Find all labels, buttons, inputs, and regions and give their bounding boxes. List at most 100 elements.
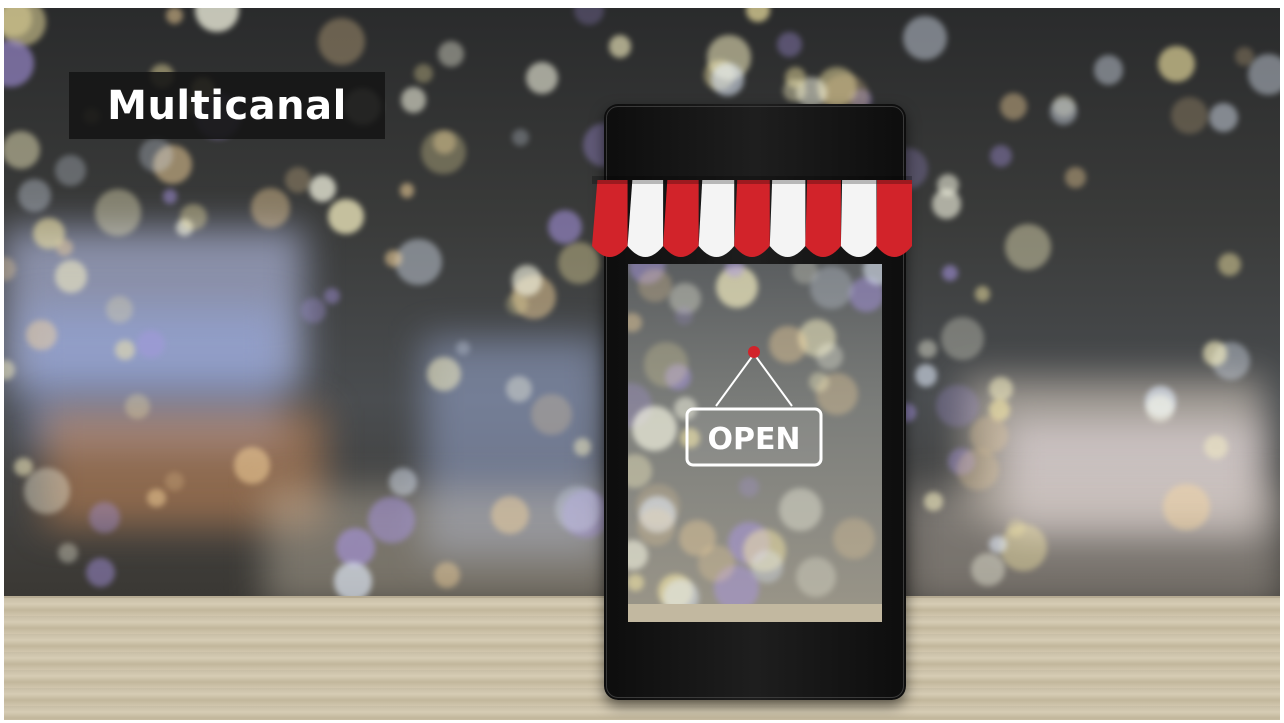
bokeh-light xyxy=(318,17,366,66)
bokeh-light xyxy=(105,295,133,323)
bokeh-light xyxy=(455,340,471,355)
awning-stripe xyxy=(876,180,912,257)
bokeh-light xyxy=(957,449,999,491)
page-title: Multicanal xyxy=(107,82,347,129)
awning-storefront-icon xyxy=(592,176,912,257)
bokeh-light xyxy=(301,298,326,323)
bokeh-light xyxy=(414,63,434,83)
bokeh-light xyxy=(628,312,642,332)
smartphone: OPEN xyxy=(592,104,912,700)
bokeh-light xyxy=(632,406,678,452)
bokeh-light xyxy=(679,519,716,556)
bokeh-light xyxy=(166,8,184,24)
bokeh-light xyxy=(903,16,948,60)
bokeh-light xyxy=(1065,167,1086,188)
awning-stripe xyxy=(592,180,628,257)
bokeh-light xyxy=(24,468,70,514)
bokeh-light xyxy=(147,488,166,508)
bokeh-light xyxy=(162,189,178,204)
bokeh-light xyxy=(308,175,337,203)
bokeh-light xyxy=(1202,341,1227,366)
bokeh-light xyxy=(711,63,745,97)
bokeh-light xyxy=(989,377,1013,402)
bokeh-light xyxy=(783,79,806,103)
bokeh-light xyxy=(1171,96,1209,134)
bokeh-light xyxy=(628,573,645,591)
awning-stripe xyxy=(663,180,699,257)
bokeh-light xyxy=(809,265,853,309)
bokeh-light xyxy=(1093,55,1124,85)
awning-stripe xyxy=(698,180,735,257)
stage: OPEN Multicanal xyxy=(0,0,1284,723)
bokeh-light xyxy=(795,556,836,597)
bokeh-light xyxy=(573,438,592,456)
bokeh-haze xyxy=(904,488,1280,608)
bokeh-light xyxy=(388,467,417,496)
bokeh-light xyxy=(637,268,672,303)
bokeh-light xyxy=(328,198,364,235)
bokeh-light xyxy=(57,542,78,563)
awning-stripe xyxy=(805,180,841,257)
bokeh-light xyxy=(970,416,1009,455)
bokeh-light xyxy=(751,550,784,583)
bokeh-light xyxy=(989,535,1007,554)
bokeh-light xyxy=(284,166,311,193)
bokeh-light xyxy=(511,265,543,296)
bokeh-light xyxy=(1005,223,1052,271)
bokeh-light xyxy=(233,447,270,484)
bokeh-light xyxy=(924,492,943,511)
bokeh-light xyxy=(942,264,959,281)
sign-string-left xyxy=(715,353,755,407)
screen-floor xyxy=(628,604,882,622)
sign-text: OPEN xyxy=(707,422,800,457)
bokeh-light xyxy=(779,488,822,531)
bokeh-light xyxy=(4,131,41,170)
bokeh-light xyxy=(547,209,583,244)
bokeh-light xyxy=(4,39,35,88)
bokeh-light xyxy=(675,306,694,326)
bokeh-light xyxy=(609,35,632,58)
bokeh-light xyxy=(999,524,1047,572)
awning-stripe xyxy=(627,180,664,257)
bokeh-light xyxy=(437,41,464,68)
sign-pin xyxy=(748,346,760,358)
bokeh-light xyxy=(433,561,460,588)
bokeh-light xyxy=(1049,97,1078,126)
bokeh-light xyxy=(26,319,57,351)
bokeh-light xyxy=(1208,103,1239,133)
bokeh-light xyxy=(1218,252,1242,277)
bokeh-light xyxy=(936,385,979,428)
bokeh-light xyxy=(511,128,530,147)
bokeh-light xyxy=(400,87,427,114)
title-badge: Multicanal xyxy=(69,72,385,139)
bokeh-light xyxy=(136,329,165,358)
bokeh-light xyxy=(427,356,462,391)
bokeh-light xyxy=(940,317,984,361)
bokeh-light xyxy=(94,189,142,236)
bokeh-light xyxy=(1235,46,1255,66)
bokeh-light xyxy=(195,8,240,32)
bokeh-light xyxy=(746,8,770,22)
bokeh-light xyxy=(777,32,802,57)
bokeh-light xyxy=(530,394,572,435)
sign-string-right xyxy=(753,353,793,407)
bokeh-light xyxy=(1163,483,1211,531)
bokeh-light xyxy=(399,183,414,198)
awning-stripe xyxy=(734,180,770,257)
open-sign-board: OPEN xyxy=(685,407,823,467)
bokeh-light xyxy=(14,458,33,477)
bokeh-light xyxy=(33,217,65,250)
bokeh-light xyxy=(421,129,466,174)
bokeh-light xyxy=(18,179,52,213)
bokeh-light xyxy=(974,286,991,302)
bokeh-light xyxy=(525,61,558,94)
bokeh-light xyxy=(628,454,653,489)
awning-stripe xyxy=(840,180,877,257)
bokeh-light xyxy=(505,292,529,316)
bokeh-light xyxy=(1158,45,1195,83)
bokeh-light xyxy=(336,528,375,567)
bokeh-light xyxy=(914,364,937,387)
bokeh-light xyxy=(918,339,938,359)
bokeh-light xyxy=(333,562,373,601)
awning-top-shade xyxy=(592,176,912,184)
